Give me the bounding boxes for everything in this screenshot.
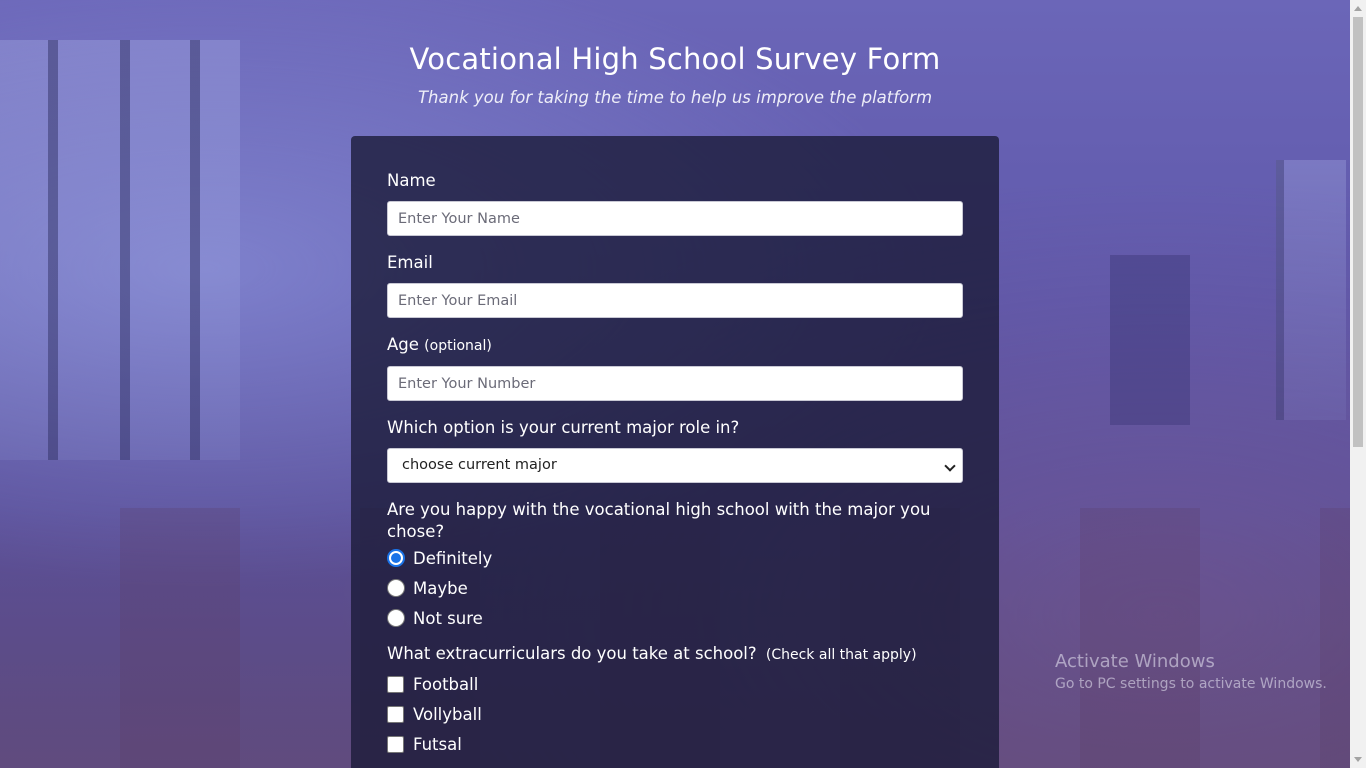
scroll-up-arrow-icon[interactable] xyxy=(1354,6,1362,11)
email-label: Email xyxy=(387,253,433,272)
extracurricular-option-football[interactable]: Football xyxy=(387,669,963,699)
activate-windows-subtitle: Go to PC settings to activate Windows. xyxy=(1055,676,1327,692)
chevron-down-icon xyxy=(944,460,956,472)
background-window-right xyxy=(1276,160,1346,420)
major-label: Which option is your current major role … xyxy=(387,418,740,437)
happy-option-maybe[interactable]: Maybe xyxy=(387,573,963,603)
email-input[interactable] xyxy=(387,283,963,318)
major-select[interactable]: choose current major xyxy=(387,448,963,483)
scroll-down-arrow-icon[interactable] xyxy=(1354,757,1362,762)
name-input[interactable] xyxy=(387,201,963,236)
extracurricular-option-futsal[interactable]: Futsal xyxy=(387,729,963,759)
age-optional-note: (optional) xyxy=(424,338,492,354)
extracurricular-option-label: Football xyxy=(413,674,479,694)
major-group: Which option is your current major role … xyxy=(387,417,963,483)
extracurricular-group: What extracurriculars do you take at sch… xyxy=(387,643,963,759)
happy-group: Are you happy with the vocational high s… xyxy=(387,499,963,633)
happy-option-definitely[interactable]: Definitely xyxy=(387,543,963,573)
activate-windows-title: Activate Windows xyxy=(1055,651,1215,672)
happy-option-label: Definitely xyxy=(413,548,493,568)
extracurricular-question: What extracurriculars do you take at sch… xyxy=(387,644,757,663)
radio-not-sure[interactable] xyxy=(387,609,405,627)
background-door xyxy=(1110,255,1190,425)
happy-option-label: Not sure xyxy=(413,608,483,628)
name-group: Name xyxy=(387,170,963,236)
extracurricular-option-vollyball[interactable]: Vollyball xyxy=(387,699,963,729)
age-input[interactable] xyxy=(387,366,963,401)
major-select-value: choose current major xyxy=(402,457,557,473)
age-group: Age (optional) xyxy=(387,334,963,401)
survey-form: Name Email Age (optional) Which option i… xyxy=(351,136,999,768)
vertical-scrollbar[interactable] xyxy=(1350,0,1366,768)
page-title: Vocational High School Survey Form xyxy=(409,42,941,76)
page-subtitle: Thank you for taking the time to help us… xyxy=(417,88,933,107)
extracurricular-note: (Check all that apply) xyxy=(765,647,917,663)
name-label: Name xyxy=(387,171,436,190)
extracurricular-option-label: Futsal xyxy=(413,734,462,754)
happy-question: Are you happy with the vocational high s… xyxy=(387,500,931,541)
checkbox-futsal[interactable] xyxy=(387,735,404,753)
extracurricular-option-label: Vollyball xyxy=(413,704,482,724)
checkbox-football[interactable] xyxy=(387,675,404,693)
checkbox-vollyball[interactable] xyxy=(387,705,404,723)
happy-option-not-sure[interactable]: Not sure xyxy=(387,603,963,633)
scrollbar-thumb[interactable] xyxy=(1353,17,1363,447)
extracurricular-question-row: What extracurriculars do you take at sch… xyxy=(387,643,947,666)
age-label-row: Age (optional) xyxy=(387,334,963,357)
happy-option-label: Maybe xyxy=(413,578,468,598)
age-label: Age xyxy=(387,335,419,354)
radio-maybe[interactable] xyxy=(387,579,405,597)
radio-definitely[interactable] xyxy=(387,549,405,567)
email-group: Email xyxy=(387,252,963,318)
